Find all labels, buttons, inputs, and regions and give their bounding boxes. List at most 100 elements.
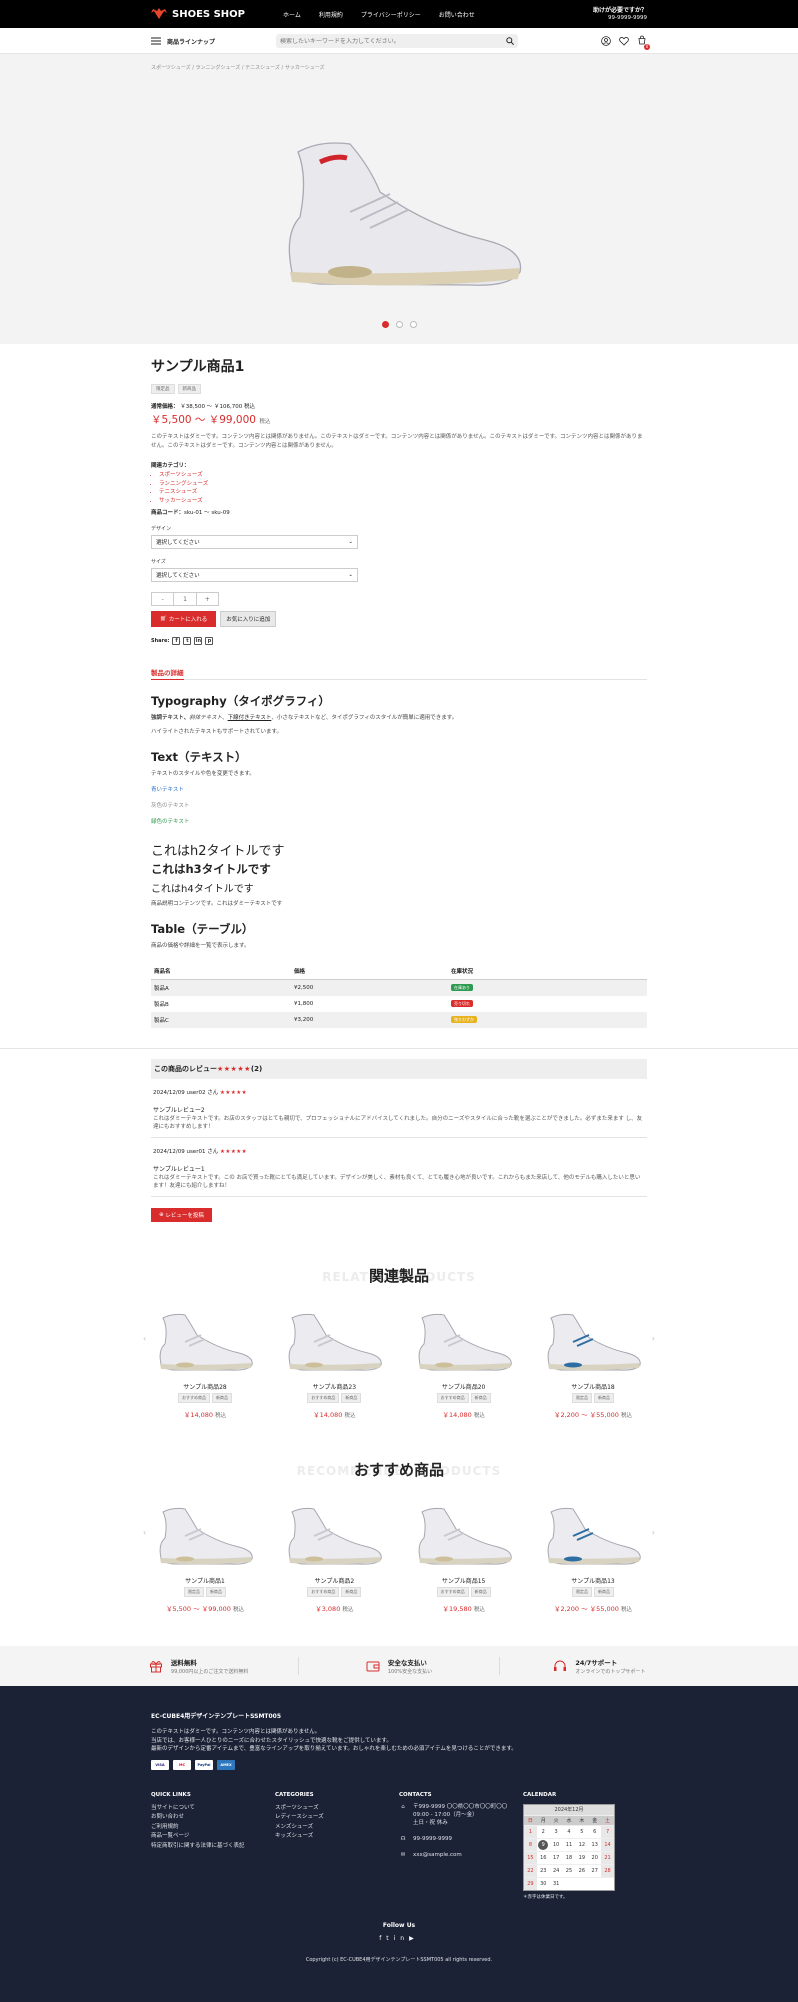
product-name: サンプル商品1: [151, 359, 245, 375]
tab-product-details[interactable]: 製品の詳細: [151, 667, 184, 680]
footer-link[interactable]: レディースシューズ: [275, 1813, 399, 1823]
twitter-icon[interactable]: t: [183, 637, 192, 645]
product-card-name[interactable]: サンプル商品2: [280, 1576, 388, 1585]
search-icon[interactable]: [506, 37, 514, 45]
product-card-price: ￥14,080 税込: [280, 1409, 388, 1419]
add-favorite-button[interactable]: お気に入りに追加: [220, 611, 277, 627]
pinterest-icon[interactable]: p: [205, 637, 214, 645]
nav-home[interactable]: ホーム: [283, 10, 301, 19]
product-card-name[interactable]: サンプル商品28: [151, 1382, 259, 1391]
product-card[interactable]: サンプル商品20 おすすめ商品 新商品 ￥14,080 税込: [410, 1308, 518, 1419]
footer-link[interactable]: ご利用規約: [151, 1823, 275, 1833]
breadcrumb-item[interactable]: サッカーシューズ: [285, 65, 325, 71]
footer-link[interactable]: 特定商取引に関する法律に基づく表記: [151, 1842, 275, 1852]
product-card-image[interactable]: [410, 1502, 518, 1572]
product-card-tag: おすすめ商品: [307, 1393, 340, 1403]
product-card-tag: 新商品: [593, 1393, 614, 1403]
paypal-icon: PayPal: [195, 1759, 213, 1770]
product-card-image[interactable]: [280, 1308, 388, 1378]
linkedin-icon[interactable]: in: [394, 1935, 409, 1942]
product-card-tag: 新商品: [470, 1587, 491, 1597]
footer-link[interactable]: メンズシューズ: [275, 1823, 399, 1833]
product-card-name[interactable]: サンプル商品15: [410, 1576, 518, 1585]
product-card[interactable]: サンプル商品1 限定品 新商品 ￥5,500 〜 ￥99,000 税込: [151, 1502, 259, 1613]
chevron-right-icon[interactable]: ›: [652, 1334, 655, 1343]
typography-rest: 、小さなテキストなど、タイポグラフィのスタイルが簡単に適用できます。: [271, 715, 458, 721]
stock-badge: 売り切れ: [451, 1000, 473, 1007]
product-card[interactable]: サンプル商品23 おすすめ商品 新商品 ￥14,080 税込: [280, 1308, 388, 1419]
category-link[interactable]: テニスシューズ: [159, 488, 647, 497]
product-card-name[interactable]: サンプル商品20: [410, 1382, 518, 1391]
sale-price-value: ￥5,500 〜 ￥99,000: [151, 414, 256, 426]
action-buttons: 🛒︎ カートに入れる お気に入りに追加: [151, 611, 647, 627]
size-select[interactable]: 選択してください ⌄: [151, 568, 358, 582]
product-card-image[interactable]: [539, 1308, 647, 1378]
breadcrumb-item[interactable]: スポーツシューズ: [151, 65, 191, 71]
youtube-icon[interactable]: ▶: [409, 1935, 419, 1942]
search-input[interactable]: [280, 37, 506, 45]
category-link[interactable]: スポーツシューズ: [159, 471, 647, 480]
product-card-image[interactable]: [410, 1308, 518, 1378]
product-card-name[interactable]: サンプル商品18: [539, 1382, 647, 1391]
category-link[interactable]: ランニングシューズ: [159, 480, 647, 489]
breadcrumb-item[interactable]: テニスシューズ: [245, 65, 280, 71]
chevron-left-icon[interactable]: ‹: [143, 1528, 146, 1537]
chevron-left-icon[interactable]: ‹: [143, 1334, 146, 1343]
product-card[interactable]: サンプル商品13 限定品 新商品 ￥2,200 〜 ￥55,000 税込: [539, 1502, 647, 1613]
quantity-plus-button[interactable]: +: [195, 593, 218, 605]
product-card-image[interactable]: [539, 1502, 647, 1572]
gallery-dot-3[interactable]: [409, 321, 417, 328]
footer-link[interactable]: お問い合わせ: [151, 1813, 275, 1823]
product-code-label: 商品コード：: [151, 510, 185, 516]
lineup-menu[interactable]: 商品ラインナップ: [151, 37, 276, 46]
wallet-icon: [366, 1661, 380, 1672]
email-text[interactable]: xxx@sample.com: [413, 1851, 462, 1859]
footer-link[interactable]: スポーツシューズ: [275, 1804, 399, 1814]
brand-name: SHOES SHOP: [172, 8, 245, 20]
table-cell: 製品B: [154, 1002, 169, 1008]
product-card[interactable]: サンプル商品18 限定品 新商品 ￥2,200 〜 ￥55,000 税込: [539, 1308, 647, 1419]
linkedin-icon[interactable]: in: [194, 637, 203, 645]
calendar-weekday: 日: [524, 1814, 537, 1825]
phone-text[interactable]: 99-9999-9999: [413, 1835, 452, 1843]
chevron-right-icon[interactable]: ›: [652, 1528, 655, 1537]
lineup-label: 商品ラインナップ: [167, 38, 216, 46]
breadcrumb-item[interactable]: ランニングシューズ: [196, 65, 241, 71]
product-card[interactable]: サンプル商品15 おすすめ商品 新商品 ￥19,580 税込: [410, 1502, 518, 1613]
sale-price: ￥5,500 〜 ￥99,000 税込: [151, 412, 647, 427]
nav-contact[interactable]: お問い合わせ: [439, 10, 475, 19]
facebook-icon[interactable]: f: [172, 637, 181, 645]
quantity-minus-button[interactable]: -: [152, 593, 173, 605]
gallery-dot-1[interactable]: [381, 321, 389, 328]
brand-logo[interactable]: SHOES SHOP: [151, 8, 283, 20]
product-card[interactable]: サンプル商品28 おすすめ商品 新商品 ￥14,080 税込: [151, 1308, 259, 1419]
product-card-tag: 新商品: [593, 1587, 614, 1597]
product-card-image[interactable]: [151, 1502, 259, 1572]
product-card[interactable]: サンプル商品2 おすすめ商品 新商品 ￥3,080 税込: [280, 1502, 388, 1613]
product-card-name[interactable]: サンプル商品1: [151, 1576, 259, 1585]
heart-icon[interactable]: [619, 36, 629, 46]
quantity-value[interactable]: 1: [173, 593, 195, 605]
product-card-image[interactable]: [151, 1308, 259, 1378]
gallery-dot-2[interactable]: [395, 321, 403, 328]
product-card-name[interactable]: サンプル商品23: [280, 1382, 388, 1391]
product-card-name[interactable]: サンプル商品13: [539, 1576, 647, 1585]
user-icon[interactable]: [601, 36, 611, 46]
product-card-image[interactable]: [280, 1502, 388, 1572]
category-link[interactable]: サッカーシューズ: [159, 497, 647, 506]
category-label: 関連カテゴリ：: [151, 463, 190, 469]
add-to-cart-button[interactable]: 🛒︎ カートに入れる: [151, 611, 217, 627]
help-phone[interactable]: 99-9999-9999: [608, 15, 647, 21]
design-select[interactable]: 選択してください ⌄: [151, 535, 358, 549]
h3-sample-title: これはh3タイトルです: [151, 862, 271, 876]
nav-terms[interactable]: 利用規約: [319, 10, 343, 19]
footer-link[interactable]: 商品一覧ページ: [151, 1832, 275, 1842]
footer-link[interactable]: キッズシューズ: [275, 1832, 399, 1842]
dummy-text: 商品説明コンテンツです。これはダミーテキストです: [151, 901, 283, 907]
post-review-button[interactable]: ⊕ レビューを投稿: [151, 1208, 212, 1222]
review-title: サンプルレビュー1: [153, 1166, 205, 1173]
nav-privacy[interactable]: プライバシーポリシー: [361, 10, 421, 19]
cart-button[interactable]: 0: [637, 35, 650, 50]
twitter-icon[interactable]: t: [386, 1935, 393, 1942]
footer-link[interactable]: 当サイトについて: [151, 1804, 275, 1814]
